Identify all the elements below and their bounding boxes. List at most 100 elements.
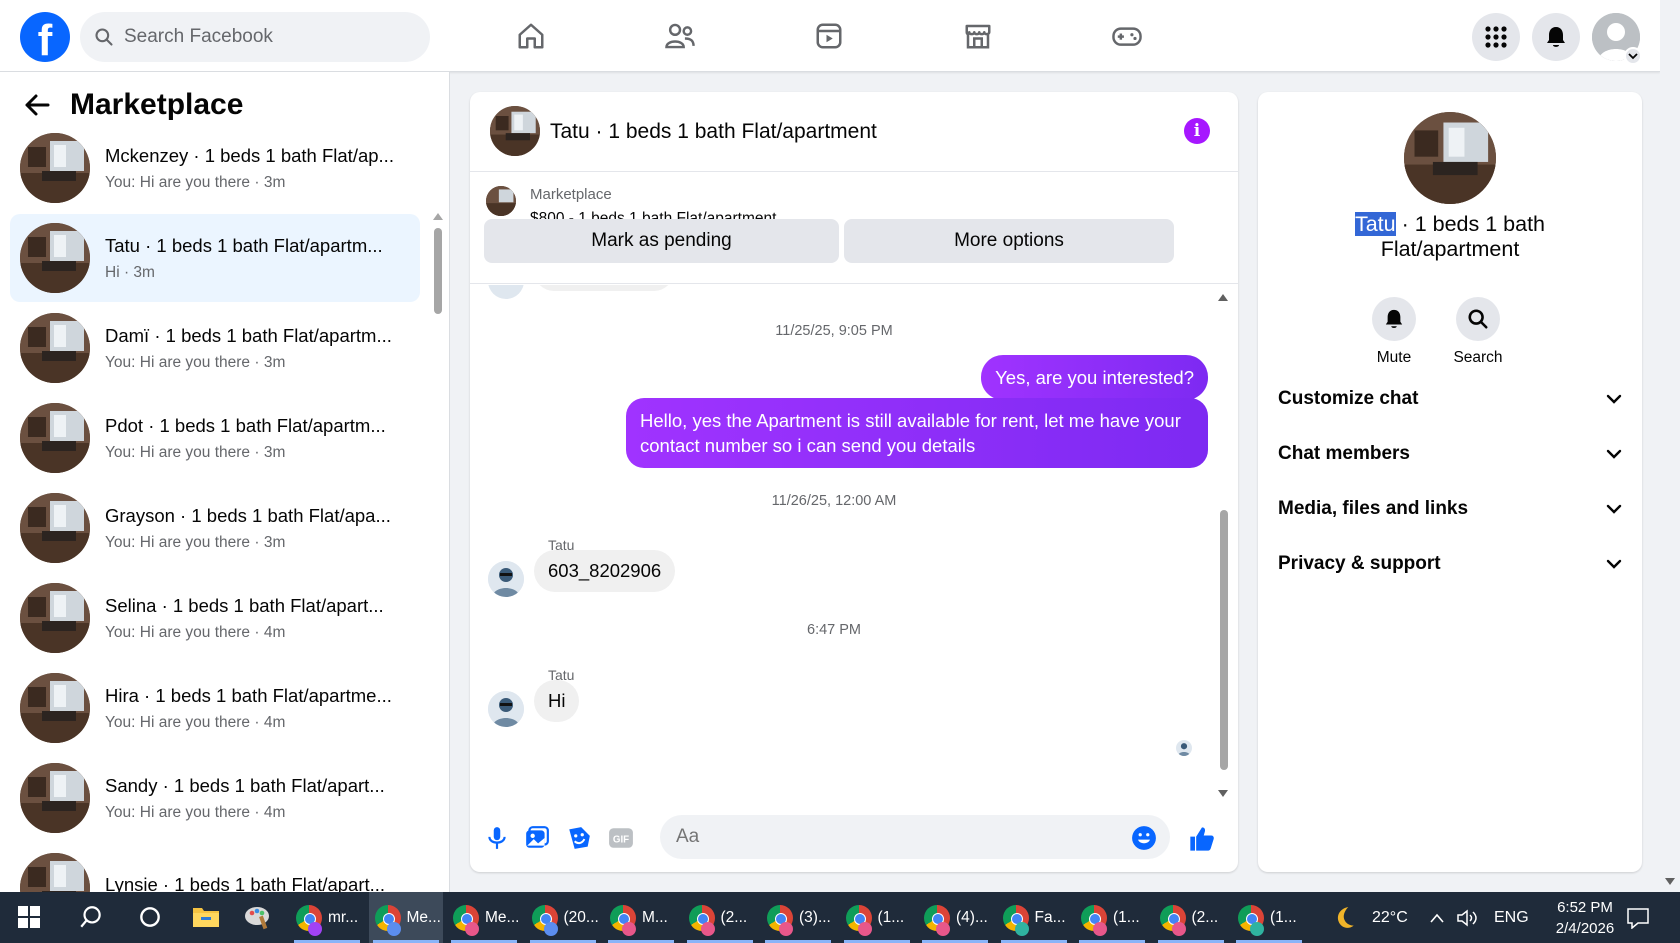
outgoing-message[interactable]: Yes, are you interested? <box>981 355 1208 400</box>
conversation-item[interactable]: Tatu · 1 beds 1 bath Flat/apartm... Hi · … <box>10 214 420 302</box>
microphone-icon[interactable] <box>484 825 510 851</box>
photo-icon[interactable] <box>524 825 550 851</box>
taskbar-window-label: (3)... <box>799 908 831 926</box>
sender-avatar[interactable] <box>488 561 524 597</box>
scroll-up-arrow-icon[interactable] <box>433 212 443 220</box>
weather-widget[interactable]: 22°C <box>1332 892 1408 943</box>
notification-center-icon[interactable] <box>1626 892 1650 943</box>
conversation-preview: You: Hi are you there · 4m <box>105 623 286 641</box>
chat-title[interactable]: Tatu · 1 beds 1 bath Flat/apartment <box>550 120 877 144</box>
taskbar-chrome-window[interactable]: Fa... <box>997 892 1071 943</box>
taskbar-chrome-window[interactable]: (1... <box>840 892 914 943</box>
incoming-message[interactable]: 603_8202906 <box>534 550 676 592</box>
back-arrow-icon[interactable] <box>24 93 50 117</box>
search-in-conversation-button[interactable]: Search <box>1443 297 1513 367</box>
outgoing-message[interactable]: Hello, yes the Apartment is still availa… <box>626 398 1208 468</box>
taskbar-chrome-window[interactable]: (3)... <box>761 892 835 943</box>
conversation-item[interactable]: Selina · 1 beds 1 bath Flat/apart... You:… <box>10 574 420 662</box>
scroll-down-arrow-icon[interactable] <box>1218 790 1228 798</box>
taskbar-chrome-window[interactable]: (20... <box>526 892 600 943</box>
conversation-item[interactable]: Hira · 1 beds 1 bath Flat/apartme... You:… <box>10 664 420 752</box>
taskbar-chrome-window[interactable]: (1... <box>1075 892 1149 943</box>
taskbar-window-label: (4)... <box>956 908 988 926</box>
taskbar-search-icon[interactable] <box>78 904 104 935</box>
conversation-list-scrollbar[interactable] <box>432 212 444 892</box>
taskbar-window-label: Fa... <box>1034 908 1066 926</box>
page-scrollbar[interactable] <box>1660 0 1680 892</box>
taskbar-chrome-window[interactable]: (2... <box>683 892 757 943</box>
taskbar-window-label: Me... <box>485 908 520 926</box>
system-clock[interactable]: 6:52 PM 2/4/2026 <box>1540 897 1630 939</box>
marketplace-icon[interactable] <box>961 18 995 54</box>
conversation-item[interactable]: Mckenzey · 1 beds 1 bath Flat/ap... You: … <box>10 124 420 212</box>
home-icon[interactable] <box>514 18 548 54</box>
search-box[interactable]: Search Facebook <box>80 12 430 62</box>
taskbar-chrome-window[interactable]: (4)... <box>918 892 992 943</box>
conversation-item[interactable]: Damï · 1 beds 1 bath Flat/apartm... You: … <box>10 304 420 392</box>
task-view-icon[interactable] <box>137 904 163 935</box>
conversation-thumbnail <box>20 673 90 743</box>
taskbar-chrome-window[interactable]: (2... <box>1154 892 1228 943</box>
conversation-name: Sandy · 1 beds 1 bath Flat/apart... <box>105 774 385 796</box>
info-section-label: Privacy & support <box>1278 553 1441 574</box>
listing-thumbnail[interactable] <box>486 186 516 216</box>
conversation-item[interactable]: Sandy · 1 beds 1 bath Flat/apart... You: … <box>10 754 420 842</box>
info-section-2[interactable]: Media, files and links <box>1278 484 1622 534</box>
conversation-item[interactable]: Lynsie · 1 beds 1 bath Flat/apart... <box>10 844 420 892</box>
taskbar-chrome-window[interactable]: mr... <box>290 892 364 943</box>
taskbar-chrome-window[interactable]: Me... <box>447 892 521 943</box>
scroll-up-arrow-icon[interactable] <box>1218 293 1228 301</box>
windows-start-icon[interactable] <box>18 906 40 933</box>
mute-button[interactable]: Mute <box>1359 297 1429 367</box>
conversation-name: Damï · 1 beds 1 bath Flat/apartm... <box>105 324 392 346</box>
bell-icon <box>1385 309 1403 328</box>
scroll-down-arrow-icon[interactable] <box>1665 878 1675 886</box>
input-language[interactable]: ENG <box>1494 892 1529 943</box>
taskbar-window-label: (1... <box>877 908 905 926</box>
friends-icon[interactable] <box>663 18 697 54</box>
profile-badge-icon <box>465 922 479 936</box>
conversation-info-icon[interactable]: i <box>1184 118 1210 144</box>
info-section-3[interactable]: Privacy & support <box>1278 539 1622 589</box>
incoming-message[interactable]: Hi <box>534 680 580 722</box>
gif-icon[interactable]: GIF <box>608 825 634 851</box>
conversation-item[interactable]: Pdot · 1 beds 1 bath Flat/apartm... You: … <box>10 394 420 482</box>
paint-app-icon[interactable] <box>244 904 272 935</box>
taskbar-window-label: (1... <box>1113 908 1140 926</box>
conversation-item[interactable]: Grayson · 1 beds 1 bath Flat/apa... You: … <box>10 484 420 572</box>
taskbar-window-label: M... <box>642 908 668 926</box>
account-chevron-down-icon[interactable] <box>1624 47 1642 65</box>
more-options-button[interactable]: More options <box>844 219 1174 263</box>
message-bubble-cut <box>534 285 674 291</box>
info-section-1[interactable]: Chat members <box>1278 429 1622 479</box>
taskbar-chrome-window[interactable]: M... <box>604 892 678 943</box>
conversation-thumbnail <box>20 133 90 203</box>
scrollbar-thumb[interactable] <box>1220 510 1228 770</box>
emoji-icon[interactable] <box>1131 825 1157 851</box>
contact-avatar[interactable] <box>1404 112 1496 204</box>
video-icon[interactable] <box>812 18 846 54</box>
taskbar-window-label: Me... <box>406 908 441 926</box>
file-explorer-icon[interactable] <box>192 904 220 935</box>
taskbar-chrome-window[interactable]: (1... <box>1232 892 1306 943</box>
sticker-icon[interactable] <box>566 825 592 851</box>
info-section-label: Customize chat <box>1278 388 1419 409</box>
thumbs-up-icon[interactable] <box>1188 825 1214 851</box>
gaming-icon[interactable] <box>1110 18 1144 54</box>
show-hidden-icons-chevron-icon[interactable] <box>1429 892 1445 943</box>
menu-grid-icon[interactable] <box>1472 13 1520 61</box>
sender-avatar[interactable] <box>488 691 524 727</box>
mark-as-pending-button[interactable]: Mark as pending <box>484 219 839 263</box>
profile-badge-icon <box>543 922 558 936</box>
conversation-name: Lynsie · 1 beds 1 bath Flat/apart... <box>105 873 386 893</box>
notifications-icon[interactable] <box>1532 13 1580 61</box>
message-input[interactable] <box>660 815 1170 859</box>
info-section-0[interactable]: Customize chat <box>1278 374 1622 424</box>
conversation-name: Mckenzey · 1 beds 1 bath Flat/ap... <box>105 144 394 166</box>
scrollbar-thumb[interactable] <box>434 228 442 314</box>
volume-icon[interactable] <box>1456 892 1480 943</box>
chat-avatar[interactable] <box>490 106 540 156</box>
taskbar-chrome-window[interactable]: Me... <box>368 892 443 943</box>
facebook-logo-icon[interactable]: f <box>20 12 70 65</box>
chevron-down-icon <box>1606 559 1622 569</box>
